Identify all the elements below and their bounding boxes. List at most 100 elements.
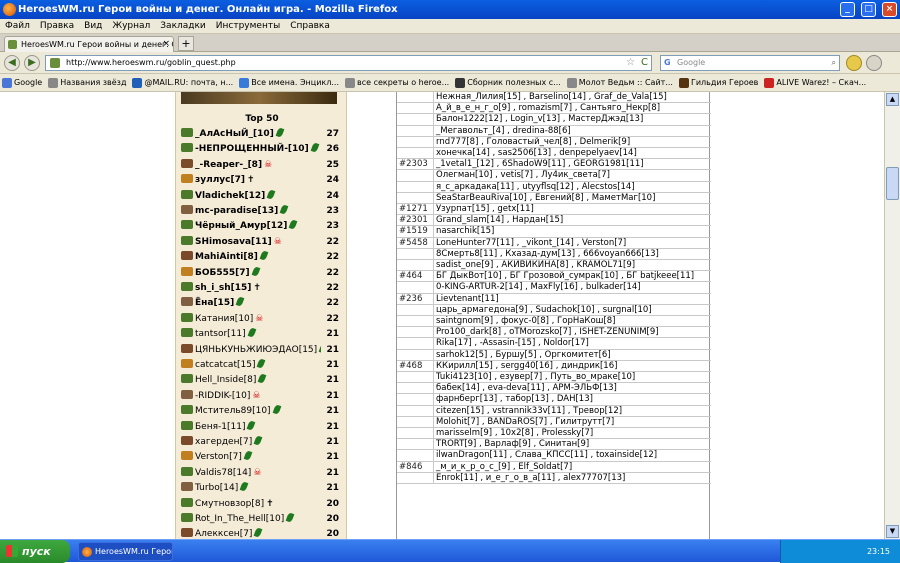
menu-bookmarks[interactable]: Закладки xyxy=(155,19,211,34)
maximize-button[interactable]: □ xyxy=(861,2,876,17)
menu-history[interactable]: Журнал xyxy=(107,19,155,34)
search-icon[interactable]: ⌕ xyxy=(832,56,836,70)
group-members[interactable]: rnd777[8] , Головастый_чел[8] , Delmerik… xyxy=(433,136,709,147)
group-id[interactable]: #2301 xyxy=(399,215,431,225)
group-id[interactable]: #1519 xyxy=(399,226,431,236)
player-link[interactable]: хагерден[7] xyxy=(195,437,252,447)
player-link[interactable]: БОБ555[7] xyxy=(195,268,250,278)
bookmark-item[interactable]: Все имена. Энцикл... xyxy=(237,74,343,91)
group-id[interactable]: #2303 xyxy=(399,159,431,169)
group-members[interactable]: Rika[17] , -Assasin-[15] , Noldor[17] xyxy=(433,338,709,349)
player-link[interactable]: Алекксен[7] xyxy=(195,529,252,539)
group-members[interactable]: sadist_one[9] , АКИВИКИНА[8] , KRAMOL71[… xyxy=(433,260,709,271)
scroll-down-button[interactable]: ▼ xyxy=(886,525,899,538)
group-members[interactable]: я_с_аркадака[11] , utyyflsq[12] , Alecst… xyxy=(433,181,709,192)
group-members[interactable]: хонечка[14] , sas2506[13] , denpepelyaev… xyxy=(433,148,709,159)
player-link[interactable]: Ёна[15] xyxy=(195,298,234,308)
player-link[interactable]: SHimosava[11] xyxy=(195,237,272,247)
minimize-button[interactable]: _ xyxy=(840,2,855,17)
player-link[interactable]: mc-paradise[13] xyxy=(195,206,278,216)
menu-help[interactable]: Справка xyxy=(285,19,335,34)
player-link[interactable]: Verston[7] xyxy=(195,452,242,462)
group-members[interactable]: SeaStarBeauRiva[10] , Евгений[8] , Мамет… xyxy=(433,192,709,203)
home-icon[interactable] xyxy=(866,55,882,71)
group-id[interactable]: #846 xyxy=(399,462,431,472)
group-members[interactable]: Enrok[11] , и_е_г_о_в_а[11] , alex77707[… xyxy=(433,472,709,483)
group-id[interactable]: #464 xyxy=(399,271,431,281)
player-link[interactable]: Valdis78[14] xyxy=(195,468,251,478)
menu-edit[interactable]: Правка xyxy=(35,19,79,34)
group-members[interactable]: 0-KING-ARTUR-2[14] , MaxFly[16] , bulkad… xyxy=(433,282,709,293)
group-members[interactable]: Олегман[10] , vetis[7] , Лу4ик_света[7] xyxy=(433,170,709,181)
tab-close-icon[interactable]: × xyxy=(162,37,170,52)
group-members[interactable]: TRORT[9] , Варлаф[9] , Синитан[9] xyxy=(433,439,709,450)
group-members[interactable]: citezen[15] , vstrannik33v[11] , Тревор[… xyxy=(433,405,709,416)
group-members[interactable]: _Мегавольт_[4] , dredina-88[6] xyxy=(433,125,709,136)
player-link[interactable]: Чёрный_Амур[12] xyxy=(195,221,287,231)
group-members[interactable]: Нежная_Лилия[15] , Barselino[14] , Graf_… xyxy=(433,92,709,103)
reload-icon[interactable]: C xyxy=(641,56,648,70)
group-id[interactable]: #1271 xyxy=(399,204,431,214)
group-members[interactable]: Molohit[7] , BANDaROS[7] , Гилитрутт[7] xyxy=(433,416,709,427)
player-link[interactable]: -НЕПРОЩЕННЫЙ-[10] xyxy=(195,144,309,154)
back-button[interactable]: ◀ xyxy=(4,55,20,71)
group-members[interactable]: Grand_slam[14] , Нардан[15] xyxy=(433,215,709,226)
group-members[interactable]: _1vetal1_[12] , 6ShadoW9[11] , GEORG1981… xyxy=(433,159,709,170)
player-link[interactable]: Катания[10] xyxy=(195,314,253,324)
group-members[interactable]: sarhok12[5] , Буршу[5] , Оргкомитет[6] xyxy=(433,349,709,360)
player-link[interactable]: Смутновзор[8] xyxy=(195,499,264,509)
group-members[interactable]: marisselm[9] , 10x2[8] , Prolessky[7] xyxy=(433,428,709,439)
group-members[interactable]: 8Смерть8[11] , Кхазад-дум[13] , 666voyan… xyxy=(433,248,709,259)
forward-button[interactable]: ▶ xyxy=(24,55,40,71)
player-link[interactable]: -RIDDIK-[10] xyxy=(195,391,250,401)
group-members[interactable]: LoneHunter77[11] , _vikont_[14] , Versto… xyxy=(433,237,709,248)
group-members[interactable]: ККирилл[15] , sergg40[16] , диндрик[16] xyxy=(433,360,709,371)
tab-heroeswm[interactable]: HeroesWM.ru Герои войны и денег. Онла...… xyxy=(4,36,174,52)
player-link[interactable]: Turbo[14] xyxy=(195,483,238,493)
group-members[interactable]: Lievtenant[11] xyxy=(433,293,709,304)
player-link[interactable]: Беня-1[11] xyxy=(195,422,245,432)
taskbar-firefox[interactable]: HeroesWM.ru Герои ... xyxy=(78,542,173,561)
group-members[interactable]: фарнберг[13] , табор[13] , DAH[13] xyxy=(433,394,709,405)
group-members[interactable]: _м_и_к_р_о_с_[9] , Elf_Soldat[7] xyxy=(433,461,709,472)
player-link[interactable]: _АлАсНыЙ_[10] xyxy=(195,129,274,139)
group-members[interactable]: nasarchik[15] xyxy=(433,226,709,237)
group-members[interactable]: А_й_в_е_н_г_о[9] , romazism[7] , Сантьяг… xyxy=(433,103,709,114)
player-link[interactable]: Hell_Inside[8] xyxy=(195,375,256,385)
player-link[interactable]: зуллус[7] xyxy=(195,175,245,185)
bookmark-item[interactable]: Гильдия Героев xyxy=(677,74,762,91)
player-link[interactable]: ЦЯНЬКУНЬЖИЮЭДАО[15] xyxy=(195,345,317,355)
search-input[interactable]: G Google ⌕ xyxy=(660,55,840,71)
group-members[interactable]: бабек[14] , eva-deva[11] , АРМ-ЭЛЬФ[13] xyxy=(433,383,709,394)
player-link[interactable]: _-Reaper-_[8] xyxy=(195,160,262,170)
menu-view[interactable]: Вид xyxy=(79,19,107,34)
bookmark-item[interactable]: Сборник полезных с... xyxy=(453,74,565,91)
bookmark-item[interactable]: Названия звёзд xyxy=(46,74,130,91)
group-members[interactable]: Pro100_dark[8] , oTMorozsko[7] , ISHET-Z… xyxy=(433,327,709,338)
group-members[interactable]: БГ ДыкВот[10] , БГ Грозовой_сумрак[10] ,… xyxy=(433,271,709,282)
bookmark-item[interactable]: Молот Ведьм :: Сайт... xyxy=(565,74,677,91)
menu-file[interactable]: Файл xyxy=(0,19,35,34)
group-members[interactable]: ilwanDragon[11] , Слава_КПСС[11] , toxai… xyxy=(433,450,709,461)
close-button[interactable]: × xyxy=(882,2,897,17)
bookmark-star-icon[interactable]: ☆ xyxy=(626,56,635,70)
player-link[interactable]: Мститель89[10] xyxy=(195,406,271,416)
player-link[interactable]: MahiAinti[8] xyxy=(195,252,258,262)
group-members[interactable]: Балон1222[12] , Login_v[13] , МастерДжэд… xyxy=(433,114,709,125)
player-link[interactable]: Vladichek[12] xyxy=(195,191,265,201)
player-link[interactable]: sh_i_sh[15] xyxy=(195,283,251,293)
bookmark-item[interactable]: @MAIL.RU: почта, н... xyxy=(130,74,237,91)
scroll-up-button[interactable]: ▲ xyxy=(886,93,899,106)
addon-icon[interactable] xyxy=(846,55,862,71)
group-members[interactable]: Узурпат[15] , getx[11] xyxy=(433,204,709,215)
menu-tools[interactable]: Инструменты xyxy=(211,19,285,34)
group-members[interactable]: Tuki4123[10] , езувер[7] , Путь_во_мраке… xyxy=(433,372,709,383)
bookmark-item[interactable]: Google xyxy=(0,74,46,91)
bookmark-item[interactable]: все секреты о heroe... xyxy=(343,74,453,91)
scroll-thumb[interactable] xyxy=(886,167,899,200)
group-members[interactable]: saintgnom[9] , фокус-0[8] , ГорНаКош[8] xyxy=(433,316,709,327)
new-tab-button[interactable]: + xyxy=(178,36,194,51)
group-id[interactable]: #468 xyxy=(399,361,431,371)
player-link[interactable]: tantsor[11] xyxy=(195,329,246,339)
start-button[interactable]: пуск xyxy=(0,540,70,563)
